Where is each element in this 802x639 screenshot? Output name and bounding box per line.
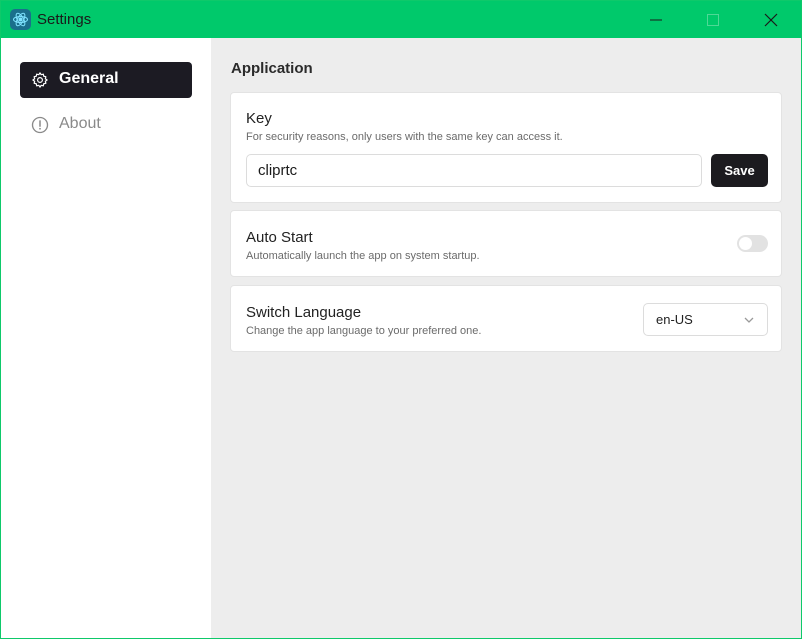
sidebar-item-about[interactable]: About [20,107,192,143]
main-panel: Application Key For security reasons, on… [211,38,801,638]
sidebar-item-label: About [59,115,101,132]
key-input[interactable] [246,154,702,187]
chevron-down-icon [744,317,754,323]
minimize-button[interactable] [627,1,685,38]
key-card: Key For security reasons, only users wit… [230,92,782,203]
language-description: Change the app language to your preferre… [246,325,482,337]
language-card: Switch Language Change the app language … [230,285,782,352]
language-select[interactable]: en-US [643,303,768,336]
section-title: Application [231,60,313,77]
maximize-icon [707,13,719,26]
key-description: For security reasons, only users with th… [246,131,563,143]
sidebar: General About [1,38,211,638]
language-select-value: en-US [656,312,693,327]
app-icon [10,9,31,30]
settings-window: Settings General About Application Key F… [0,0,802,639]
maximize-button[interactable] [684,1,742,38]
gear-icon [32,72,48,88]
language-title: Switch Language [246,304,362,321]
window-title: Settings [37,11,92,28]
key-title: Key [246,110,272,127]
info-circle-icon [31,116,49,134]
minimize-icon [650,19,662,20]
close-button[interactable] [742,1,800,38]
auto-start-toggle[interactable] [737,235,768,252]
auto-start-description: Automatically launch the app on system s… [246,250,480,262]
sidebar-item-label: General [59,70,119,87]
sidebar-item-general[interactable]: General [20,62,192,98]
toggle-knob [739,237,752,250]
close-icon [764,13,778,26]
auto-start-title: Auto Start [246,229,313,246]
auto-start-card: Auto Start Automatically launch the app … [230,210,782,277]
save-button[interactable]: Save [711,154,768,187]
title-bar[interactable]: Settings [1,1,801,38]
